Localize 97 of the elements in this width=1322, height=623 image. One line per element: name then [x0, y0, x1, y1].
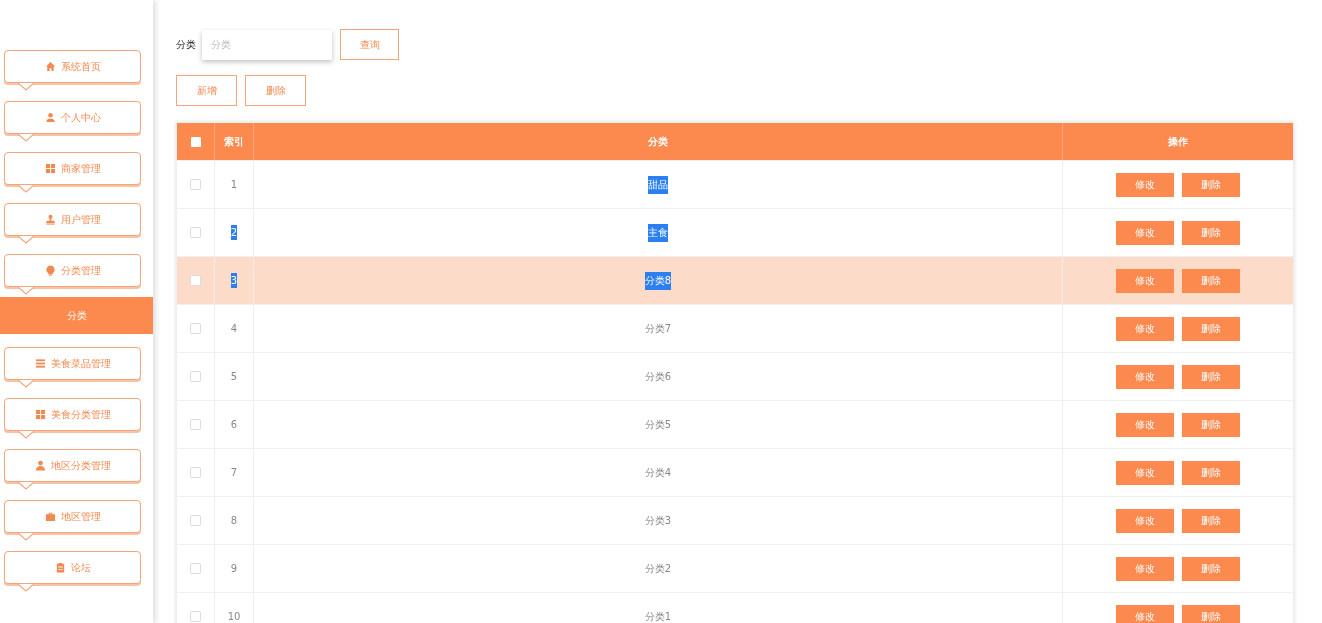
row-checkbox[interactable]: [190, 419, 201, 430]
delete-button[interactable]: 删除: [1182, 220, 1240, 245]
menu-item[interactable]: 个人中心: [4, 101, 141, 134]
bubble-tail: [18, 83, 34, 91]
table-row[interactable]: 6 分类5 修改 删除: [177, 400, 1293, 448]
delete-button[interactable]: 删除: [1182, 364, 1240, 389]
table-row[interactable]: 3 分类8 修改 删除: [177, 256, 1293, 304]
table-row[interactable]: 2 主食 修改 删除: [177, 208, 1293, 256]
menu-item[interactable]: 用户管理: [4, 203, 141, 236]
menu-item[interactable]: 系统首页: [4, 50, 141, 83]
category-cell-text: 分类2: [644, 561, 672, 576]
clipboard-icon: [54, 562, 66, 573]
person-icon: [44, 112, 56, 123]
index-cell-text: 5: [230, 370, 238, 384]
category-cell-text: 分类3: [644, 513, 672, 528]
menu-item[interactable]: 分类管理: [4, 254, 141, 287]
bubble-tail: [18, 287, 34, 295]
row-checkbox[interactable]: [190, 563, 201, 574]
briefcase-icon: [44, 511, 56, 522]
delete-button[interactable]: 删除: [1182, 508, 1240, 533]
edit-button[interactable]: 修改: [1116, 460, 1174, 485]
delete-button[interactable]: 删除: [1182, 172, 1240, 197]
add-button[interactable]: 新增: [176, 75, 237, 106]
delete-button[interactable]: 删除: [1182, 556, 1240, 581]
index-cell-text: 9: [230, 562, 238, 576]
home-icon: [44, 61, 56, 72]
bubble-tail: [18, 134, 34, 142]
delete-button[interactable]: 删除: [1182, 460, 1240, 485]
table-row[interactable]: 4 分类7 修改 删除: [177, 304, 1293, 352]
bubble-tail: [18, 236, 34, 244]
index-cell-text: 10: [227, 610, 241, 623]
menu-item[interactable]: 美食菜品管理: [4, 347, 141, 380]
edit-button[interactable]: 修改: [1116, 604, 1174, 623]
menu-item[interactable]: 地区管理: [4, 500, 141, 533]
delete-button[interactable]: 删除: [1182, 268, 1240, 293]
table-row[interactable]: 7 分类4 修改 删除: [177, 448, 1293, 496]
category-cell-text: 分类5: [644, 417, 672, 432]
edit-button[interactable]: 修改: [1116, 412, 1174, 437]
bubble-tail: [18, 185, 34, 193]
delete-button[interactable]: 删除: [1182, 604, 1240, 623]
edit-button[interactable]: 修改: [1116, 172, 1174, 197]
bubble-tail: [18, 584, 34, 592]
index-cell-text: 1: [230, 178, 238, 192]
row-checkbox[interactable]: [190, 371, 201, 382]
stamp-icon: [44, 214, 56, 225]
menu-item[interactable]: 论坛: [4, 551, 141, 584]
row-checkbox[interactable]: [190, 611, 201, 622]
grid-icon: [44, 163, 56, 174]
edit-button[interactable]: 修改: [1116, 268, 1174, 293]
grid-icon: [34, 409, 46, 420]
menu-item[interactable]: 商家管理: [4, 152, 141, 185]
menu-item[interactable]: 地区分类管理: [4, 449, 141, 482]
index-cell: 2: [230, 225, 238, 240]
select-all-checkbox[interactable]: [190, 136, 201, 147]
category-cell-text: 分类7: [644, 321, 672, 336]
category-cell: 甜品: [648, 175, 668, 194]
column-header: 操作: [1167, 134, 1189, 149]
search-button[interactable]: 查询: [340, 29, 399, 60]
submenu-item[interactable]: 分类: [0, 297, 153, 334]
row-checkbox[interactable]: [190, 179, 201, 190]
category-cell: 分类8: [644, 271, 672, 290]
category-cell: 主食: [648, 223, 668, 242]
edit-button[interactable]: 修改: [1116, 220, 1174, 245]
edit-button[interactable]: 修改: [1116, 556, 1174, 581]
index-cell-text: 6: [230, 418, 238, 432]
bubble-tail: [18, 482, 34, 490]
category-cell-text: 分类4: [644, 465, 672, 480]
row-checkbox[interactable]: [190, 323, 201, 334]
table-row[interactable]: 8 分类3 修改 删除: [177, 496, 1293, 544]
index-cell-text: 7: [230, 466, 238, 480]
index-cell-text: 4: [230, 322, 238, 336]
delete-button[interactable]: 删除: [1182, 316, 1240, 341]
bubble-tail: [18, 380, 34, 388]
row-checkbox[interactable]: [190, 227, 201, 238]
table-row[interactable]: 1 甜品 修改 删除: [177, 160, 1293, 208]
category-cell-text: 分类1: [644, 609, 672, 623]
table-row[interactable]: 10 分类1 修改 删除: [177, 592, 1293, 623]
delete-button[interactable]: 删除: [1182, 412, 1240, 437]
person-icon: [34, 460, 46, 471]
delete-button[interactable]: 删除: [245, 75, 306, 106]
field-label: 分类: [176, 37, 196, 52]
table-row[interactable]: 5 分类6 修改 删除: [177, 352, 1293, 400]
balloon-icon: [44, 265, 56, 276]
list-icon: [34, 358, 46, 369]
row-checkbox[interactable]: [190, 275, 201, 286]
row-checkbox[interactable]: [190, 467, 201, 478]
table-row[interactable]: 9 分类2 修改 删除: [177, 544, 1293, 592]
bubble-tail: [18, 533, 34, 541]
category-cell-text: 分类6: [644, 369, 672, 384]
index-cell: 3: [230, 273, 238, 288]
edit-button[interactable]: 修改: [1116, 316, 1174, 341]
index-cell-text: 8: [230, 514, 238, 528]
bubble-tail: [18, 431, 34, 439]
edit-button[interactable]: 修改: [1116, 364, 1174, 389]
edit-button[interactable]: 修改: [1116, 508, 1174, 533]
menu-item[interactable]: 美食分类管理: [4, 398, 141, 431]
row-checkbox[interactable]: [190, 515, 201, 526]
